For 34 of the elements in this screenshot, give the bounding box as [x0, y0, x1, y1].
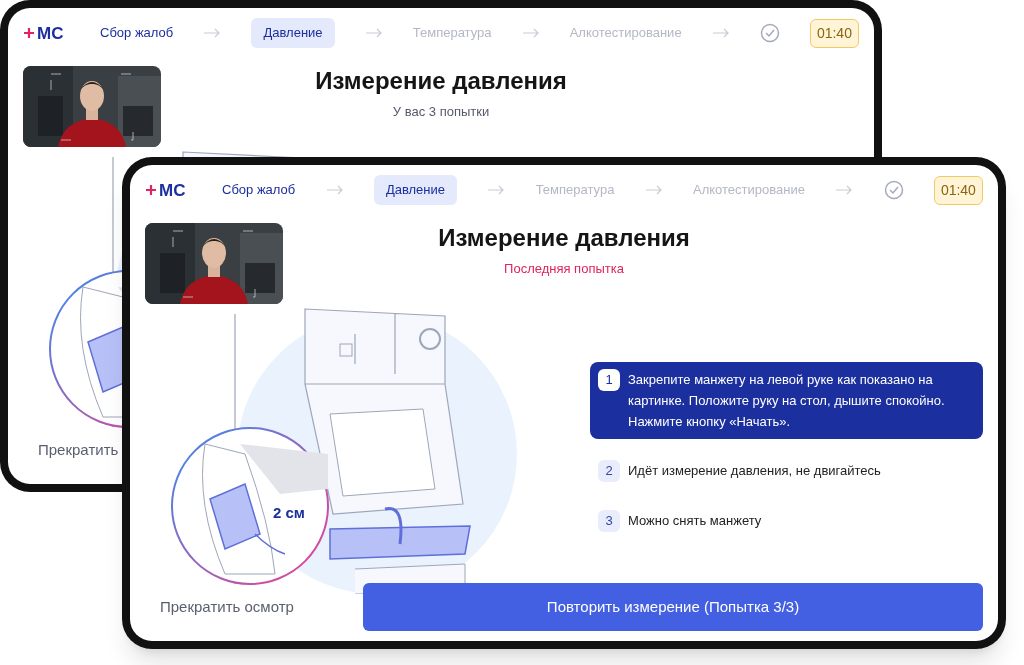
timer-badge: 01:40 [933, 175, 983, 205]
check-circle-icon [883, 180, 904, 200]
timer-badge: 01:40 [809, 18, 859, 48]
page-title: Измерение давления [315, 66, 567, 96]
step-tab[interactable]: Сбор жалоб [100, 23, 174, 43]
attempts-subtitle: У вас 3 попытки [392, 103, 490, 121]
step-number: 3 [598, 510, 620, 532]
attempts-subtitle: Последняя попытка [504, 260, 624, 278]
step-number: 2 [598, 460, 620, 482]
step-tab[interactable]: Давление [251, 18, 335, 48]
arrow-icon [364, 28, 383, 38]
step-text: Идёт измерение давления, не двигайтесь [628, 462, 881, 480]
check-circle-icon [759, 23, 780, 43]
arrow-icon [325, 185, 344, 195]
arrow-icon [487, 185, 506, 195]
stop-exam-button[interactable]: Прекратить осмотр [160, 596, 294, 619]
arrow-icon [644, 185, 663, 195]
arrow-icon [835, 185, 854, 195]
step-text: Можно снять манжету [628, 512, 762, 530]
stop-exam-button[interactable]: Прекратить [38, 439, 119, 462]
arrow-icon [521, 28, 540, 38]
cuff-gap-label: 2 см [273, 504, 305, 521]
plus-icon [145, 184, 157, 196]
page-title: Измерение давления [438, 223, 690, 253]
step-number: 1 [598, 369, 620, 391]
step-text: Закрепите манжету на левой руке как показано на картинке. Положите руку на стол, дышите спокойно. Нажмите кнопку «Начать». [628, 371, 946, 431]
retry-button[interactable]: Повторить измерение (Попытка 3/3) [363, 583, 983, 631]
arrow-icon [711, 28, 730, 38]
step-tab[interactable]: Сбор жалоб [222, 180, 296, 200]
logo-text: МС [37, 24, 64, 42]
step-tab[interactable]: Давление [373, 175, 457, 205]
arrow-icon [203, 28, 222, 38]
plus-icon [23, 27, 35, 39]
logo-text: МС [159, 181, 186, 199]
